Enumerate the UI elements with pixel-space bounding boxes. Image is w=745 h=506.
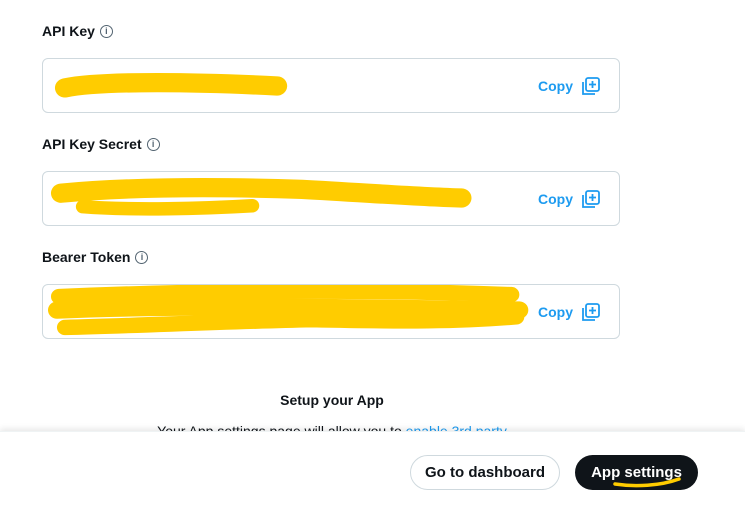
api-key-label-text: API Key [42, 23, 95, 39]
redaction-mark [54, 72, 288, 98]
copy-label: Copy [538, 303, 573, 320]
keys-and-tokens-page: API Key i Copy API Key Secret i Copy Bea… [0, 0, 745, 506]
api-key-label: API Key i [42, 23, 113, 39]
api-key-secret-label-text: API Key Secret [42, 136, 142, 152]
bearer-token-label-text: Bearer Token [42, 249, 131, 265]
copy-plus-icon [582, 189, 600, 208]
redaction-mark [47, 285, 529, 336]
copy-label: Copy [538, 190, 573, 207]
go-to-dashboard-button[interactable]: Go to dashboard [410, 455, 560, 490]
copy-api-key-button[interactable]: Copy [538, 76, 601, 96]
copy-api-key-secret-button[interactable]: Copy [538, 189, 601, 209]
setup-title: Setup your App [280, 392, 384, 408]
go-to-dashboard-label: Go to dashboard [425, 464, 545, 481]
redaction-mark [50, 177, 472, 216]
info-icon[interactable]: i [135, 250, 149, 264]
bearer-token-field: Copy [42, 284, 620, 339]
copy-plus-icon [582, 76, 600, 95]
copy-plus-icon [582, 302, 600, 321]
bearer-token-label: Bearer Token i [42, 249, 149, 265]
api-key-secret-field: Copy [42, 171, 620, 226]
info-icon[interactable]: i [146, 137, 160, 151]
info-icon[interactable]: i [99, 24, 113, 38]
api-key-field: Copy [42, 58, 620, 113]
copy-label: Copy [538, 77, 573, 94]
app-settings-button[interactable]: App settings [575, 455, 698, 490]
copy-bearer-token-button[interactable]: Copy [538, 302, 601, 322]
api-key-secret-label: API Key Secret i [42, 136, 160, 152]
app-settings-label: App settings [591, 464, 682, 481]
footer-bar: Go to dashboard App settings [0, 431, 745, 506]
